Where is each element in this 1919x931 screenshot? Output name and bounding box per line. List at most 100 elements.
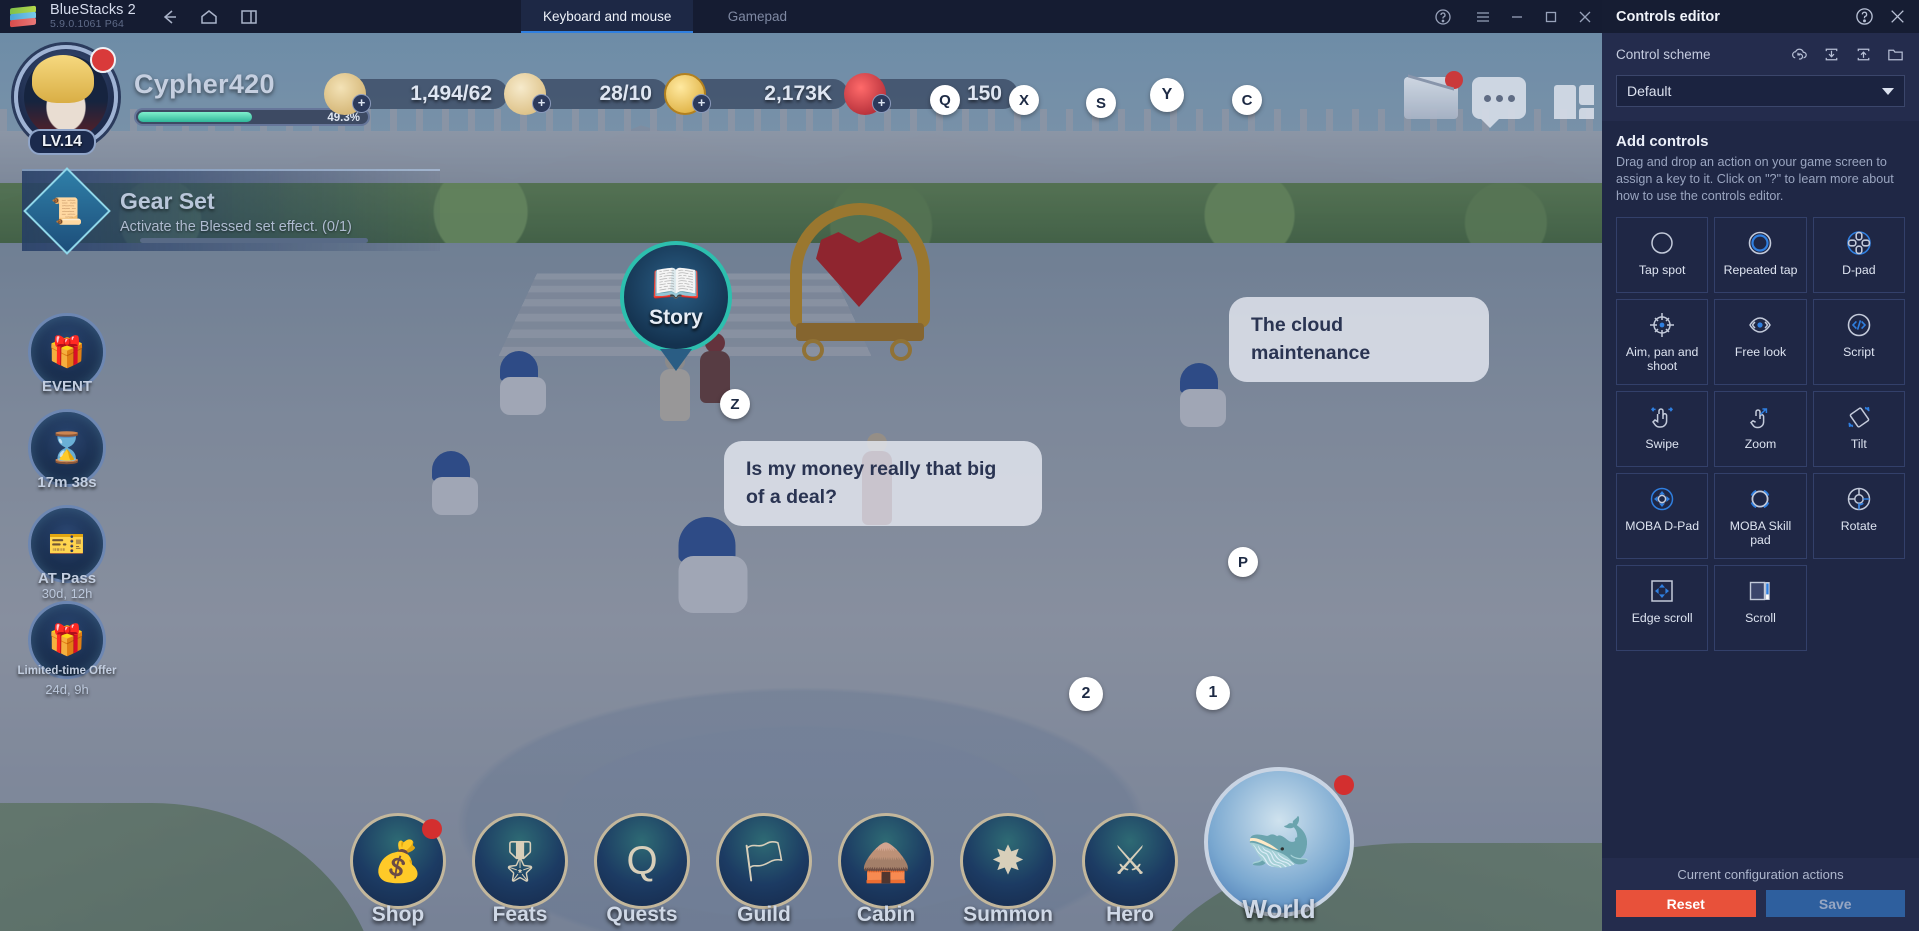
app-title: BlueStacks 2 xyxy=(50,1,136,18)
tab-keyboard-and-mouse[interactable]: Keyboard and mouse xyxy=(521,0,694,33)
add-controls-description: Drag and drop an action on your game scr… xyxy=(1616,155,1894,203)
control-card-script[interactable]: Script xyxy=(1812,298,1905,385)
left-button-event[interactable]: 🎁 EVENT xyxy=(28,313,106,395)
menu-grid-icon[interactable] xyxy=(1540,77,1594,119)
control-card-label: MOBA D-Pad xyxy=(1625,518,1700,533)
nav-button-hero[interactable]: ⚔ Hero xyxy=(1082,813,1178,926)
control-card-label: Swipe xyxy=(1645,436,1679,451)
control-card-rotate[interactable]: Rotate xyxy=(1812,472,1905,559)
import-icon[interactable] xyxy=(1822,45,1841,64)
nav-button-label: World xyxy=(1242,894,1316,924)
left-button-label: 17m 38s xyxy=(37,474,97,491)
controls-grid: Tap spot Repeated tap D-pad Aim, pan and… xyxy=(1602,209,1919,651)
story-marker[interactable]: 📖 Story xyxy=(620,241,732,371)
chat-icon[interactable] xyxy=(1472,77,1526,128)
control-card-moba-dpad[interactable]: MOBA D-Pad xyxy=(1616,472,1709,559)
app-version: 5.9.0.1061 P64 xyxy=(50,18,125,31)
keycap-z[interactable]: Z xyxy=(720,389,750,419)
script-icon xyxy=(1843,308,1875,342)
keycap-y[interactable]: Y xyxy=(1150,78,1184,112)
add-resource-button[interactable]: + xyxy=(692,94,711,113)
maximize-icon[interactable] xyxy=(1534,0,1568,33)
keycap-p[interactable]: P xyxy=(1228,547,1258,577)
mail-icon[interactable] xyxy=(1404,71,1463,119)
game-viewport[interactable]: LV.14 Cypher420 49.3% 1,494/62 + 28/10 + xyxy=(0,33,1602,931)
control-scheme-select[interactable]: Default xyxy=(1616,75,1905,107)
control-card-label: Tilt xyxy=(1850,436,1867,451)
multi-instance-icon[interactable] xyxy=(238,6,260,28)
cloud-sync-icon[interactable] xyxy=(1790,45,1809,64)
dialogue-bubble: Is my money really that big of a deal? xyxy=(724,441,1042,526)
add-resource-button[interactable]: + xyxy=(872,94,891,113)
nav-badge-dot xyxy=(1334,775,1354,795)
back-arrow-icon[interactable] xyxy=(158,6,180,28)
control-scheme-section: Control scheme Default xyxy=(1602,33,1919,121)
nav-button-feats[interactable]: 🎖 Feats xyxy=(472,813,568,926)
control-card-label: Tap spot xyxy=(1638,262,1686,277)
throne-icon: 🛖 xyxy=(838,813,934,909)
help-icon[interactable] xyxy=(1426,0,1460,33)
close-icon[interactable] xyxy=(1888,7,1907,26)
swipe-icon xyxy=(1646,400,1678,434)
help-circle-icon[interactable] xyxy=(1855,7,1874,26)
add-controls-heading: Add controls xyxy=(1616,133,1709,150)
tab-gamepad[interactable]: Gamepad xyxy=(693,0,821,33)
player-card[interactable]: LV.14 Cypher420 49.3% xyxy=(14,45,370,155)
control-card-aim-pan-shoot[interactable]: Aim, pan and shoot xyxy=(1616,298,1709,385)
control-card-zoom[interactable]: Zoom xyxy=(1714,390,1807,467)
control-card-edge-scroll[interactable]: Edge scroll xyxy=(1616,564,1709,651)
left-button-timer[interactable]: ⌛ 17m 38s xyxy=(28,409,106,491)
control-card-tilt[interactable]: Tilt xyxy=(1812,390,1905,467)
control-card-dpad[interactable]: D-pad xyxy=(1812,216,1905,293)
nav-button-guild[interactable]: 🏳 Guild xyxy=(716,813,812,926)
control-card-tap-spot[interactable]: Tap spot xyxy=(1616,216,1709,293)
nav-button-world[interactable]: 🐋 World xyxy=(1204,767,1354,924)
nav-button-quests[interactable]: Q Quests xyxy=(594,813,690,926)
left-button-label: Limited-time Offer xyxy=(17,665,117,677)
gear-set-banner[interactable]: 📜 Gear Set Activate the Blessed set effe… xyxy=(22,167,440,255)
add-resource-button[interactable]: + xyxy=(352,94,371,113)
save-button[interactable]: Save xyxy=(1765,890,1905,917)
home-icon[interactable] xyxy=(198,6,220,28)
export-icon[interactable] xyxy=(1854,45,1873,64)
footer-caption: Current configuration actions xyxy=(1677,867,1844,882)
keycap-c[interactable]: C xyxy=(1232,85,1262,115)
nav-button-label: Cabin xyxy=(856,903,916,926)
avatar-notification-dot xyxy=(90,47,116,73)
gear-set-count: (0/1) xyxy=(322,218,352,235)
nav-button-summon[interactable]: ✸ Summon xyxy=(960,813,1056,926)
control-card-scroll[interactable]: Scroll xyxy=(1714,564,1807,651)
control-card-free-look[interactable]: Free look xyxy=(1714,298,1807,385)
nav-button-cabin[interactable]: 🛖 Cabin xyxy=(838,813,934,926)
left-button-limited-offer[interactable]: 🎁 Limited-time Offer 24d, 9h xyxy=(17,601,117,697)
resource-item[interactable]: 2,173K + xyxy=(664,73,848,115)
add-resource-button[interactable]: + xyxy=(532,94,551,113)
keycap-q[interactable]: Q xyxy=(930,85,960,115)
minimize-icon[interactable] xyxy=(1500,0,1534,33)
close-icon[interactable] xyxy=(1568,0,1602,33)
control-card-repeated-tap[interactable]: Repeated tap xyxy=(1714,216,1807,293)
resource-item[interactable]: 28/10 + xyxy=(504,73,668,115)
keycap-x[interactable]: X xyxy=(1009,85,1039,115)
resource-item[interactable]: 1,494/62 + xyxy=(324,73,508,115)
left-button-at-pass[interactable]: 🎫 AT Pass 30d, 12h xyxy=(28,505,106,601)
control-card-label: Free look xyxy=(1734,344,1787,359)
bluestacks-window: BlueStacks 2 5.9.0.1061 P64 Keyboard and… xyxy=(0,0,1919,931)
quest-book-icon: Q xyxy=(594,813,690,909)
app-title-block: BlueStacks 2 5.9.0.1061 P64 xyxy=(50,1,136,31)
nav-button-shop[interactable]: 💰 Shop xyxy=(350,813,446,926)
keycap-2[interactable]: 2 xyxy=(1069,677,1103,711)
control-card-swipe[interactable]: Swipe xyxy=(1616,390,1709,467)
keycap-s[interactable]: S xyxy=(1086,88,1116,118)
nav-button-label: Summon xyxy=(963,903,1053,926)
titlebar-nav-icons xyxy=(158,6,260,28)
tilt-icon xyxy=(1843,400,1875,434)
control-card-moba-skill-pad[interactable]: MOBA Skill pad xyxy=(1714,472,1807,559)
keycap-1[interactable]: 1 xyxy=(1196,676,1230,710)
avatar[interactable]: LV.14 xyxy=(14,45,118,155)
player-level: LV.14 xyxy=(28,129,97,155)
input-mode-tabs: Keyboard and mouse Gamepad xyxy=(521,0,821,33)
folder-icon[interactable] xyxy=(1886,45,1905,64)
reset-button[interactable]: Reset xyxy=(1616,890,1756,917)
menu-icon[interactable] xyxy=(1466,0,1500,33)
